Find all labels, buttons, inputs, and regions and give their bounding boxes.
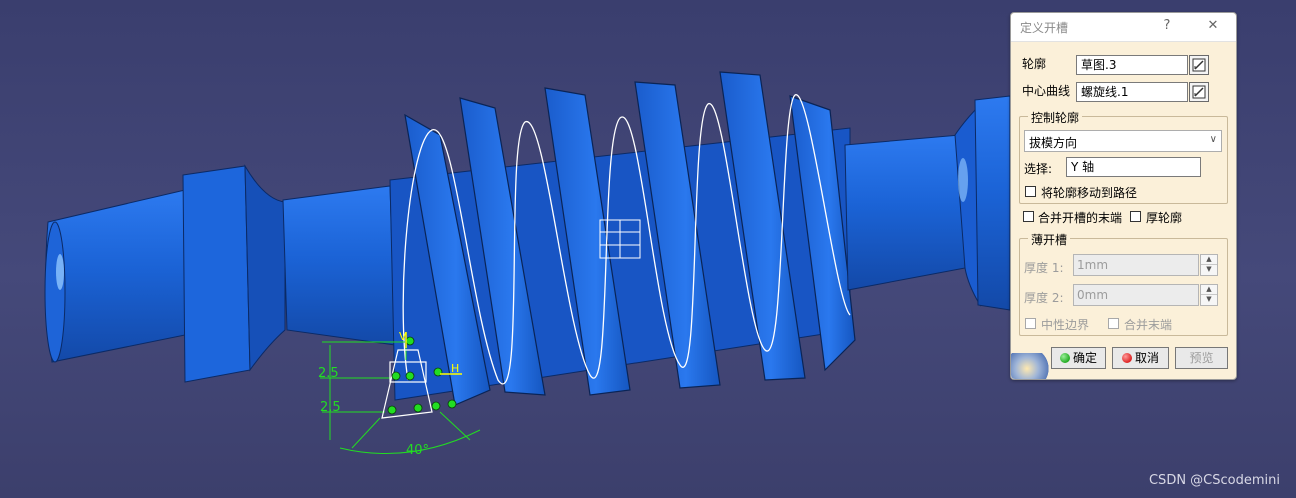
thin-groove-legend: 薄开槽 — [1028, 231, 1071, 248]
thickness2-input[interactable]: 0mm — [1073, 284, 1199, 306]
sketch-edit-icon — [1192, 85, 1206, 99]
merge-ends-checkbox[interactable] — [1023, 211, 1034, 222]
dialog-titlebar[interactable]: 定义开槽 ? ✕ — [1011, 13, 1236, 42]
control-profile-group: 控制轮廓 拔模方向 ∨ 选择: Y 轴 将轮廓移动到路径 — [1019, 109, 1228, 204]
dialog-title: 定义开槽 — [1020, 21, 1069, 35]
thickness2-spinner[interactable]: ▲ ▼ — [1200, 284, 1218, 306]
select-field[interactable]: Y 轴 — [1066, 157, 1201, 177]
watermark: CSDN @CScodemini — [1148, 473, 1280, 488]
chevron-down-icon: ∨ — [1209, 134, 1217, 145]
preview-button[interactable]: 预览 — [1175, 347, 1228, 369]
axis-h-label: H — [451, 362, 459, 375]
profile-field[interactable]: 草图.3 — [1076, 55, 1188, 75]
control-profile-legend: 控制轮廓 — [1028, 109, 1083, 126]
thick-profile-checkbox[interactable] — [1130, 211, 1141, 222]
center-curve-field[interactable]: 螺旋线.1 — [1076, 82, 1188, 102]
ok-button[interactable]: 确定 — [1051, 347, 1106, 369]
help-button[interactable]: ? — [1157, 17, 1177, 35]
dim-upper-label: 2.5 — [318, 366, 339, 381]
thick-profile-label: 厚轮廓 — [1146, 211, 1183, 225]
control-mode-dropdown[interactable]: 拔模方向 ∨ — [1024, 130, 1222, 152]
profile-label: 轮廓 — [1022, 57, 1047, 71]
neutral-fiber-checkbox[interactable] — [1025, 318, 1036, 329]
profile-edit-button[interactable] — [1189, 55, 1209, 75]
merge-end-label: 合并末端 — [1124, 318, 1173, 332]
cancel-button[interactable]: 取消 — [1112, 347, 1169, 369]
move-profile-label: 将轮廓移动到路径 — [1041, 186, 1138, 200]
red-dot-icon — [1121, 353, 1132, 363]
green-dot-icon — [1059, 353, 1070, 363]
close-button[interactable]: ✕ — [1203, 17, 1223, 35]
center-curve-label: 中心曲线 — [1022, 84, 1071, 98]
dim-lower-label: 2.5 — [320, 400, 341, 415]
neutral-fiber-label: 中性边界 — [1041, 318, 1090, 332]
select-label: 选择: — [1024, 162, 1053, 176]
thickness1-spinner[interactable]: ▲ ▼ — [1200, 254, 1218, 276]
center-curve-edit-button[interactable] — [1189, 82, 1209, 102]
merge-end-checkbox[interactable] — [1108, 318, 1119, 329]
thickness1-label: 厚度 1: — [1024, 261, 1064, 275]
thickness1-input[interactable]: 1mm — [1073, 254, 1199, 276]
angle-label: 40° — [406, 443, 429, 458]
move-profile-checkbox[interactable] — [1025, 186, 1036, 197]
thin-groove-group: 薄开槽 厚度 1: 1mm ▲ ▼ 厚度 2: 0mm ▲ ▼ 中性边界 合并末端 — [1019, 231, 1228, 336]
app-logo — [1011, 353, 1051, 379]
merge-ends-label: 合并开槽的末端 — [1038, 211, 1123, 225]
sketch-edit-icon — [1192, 58, 1206, 72]
thickness2-label: 厚度 2: — [1024, 291, 1064, 305]
axis-v-label: V — [399, 330, 407, 343]
worm-shaft-model[interactable]: 2.5 2.5 40° H V — [0, 0, 1010, 498]
control-mode-value: 拔模方向 — [1029, 136, 1078, 150]
define-groove-dialog: 定义开槽 ? ✕ 轮廓 草图.3 中心曲线 螺旋线.1 控制轮廓 拔模方向 ∨ … — [1010, 12, 1237, 380]
